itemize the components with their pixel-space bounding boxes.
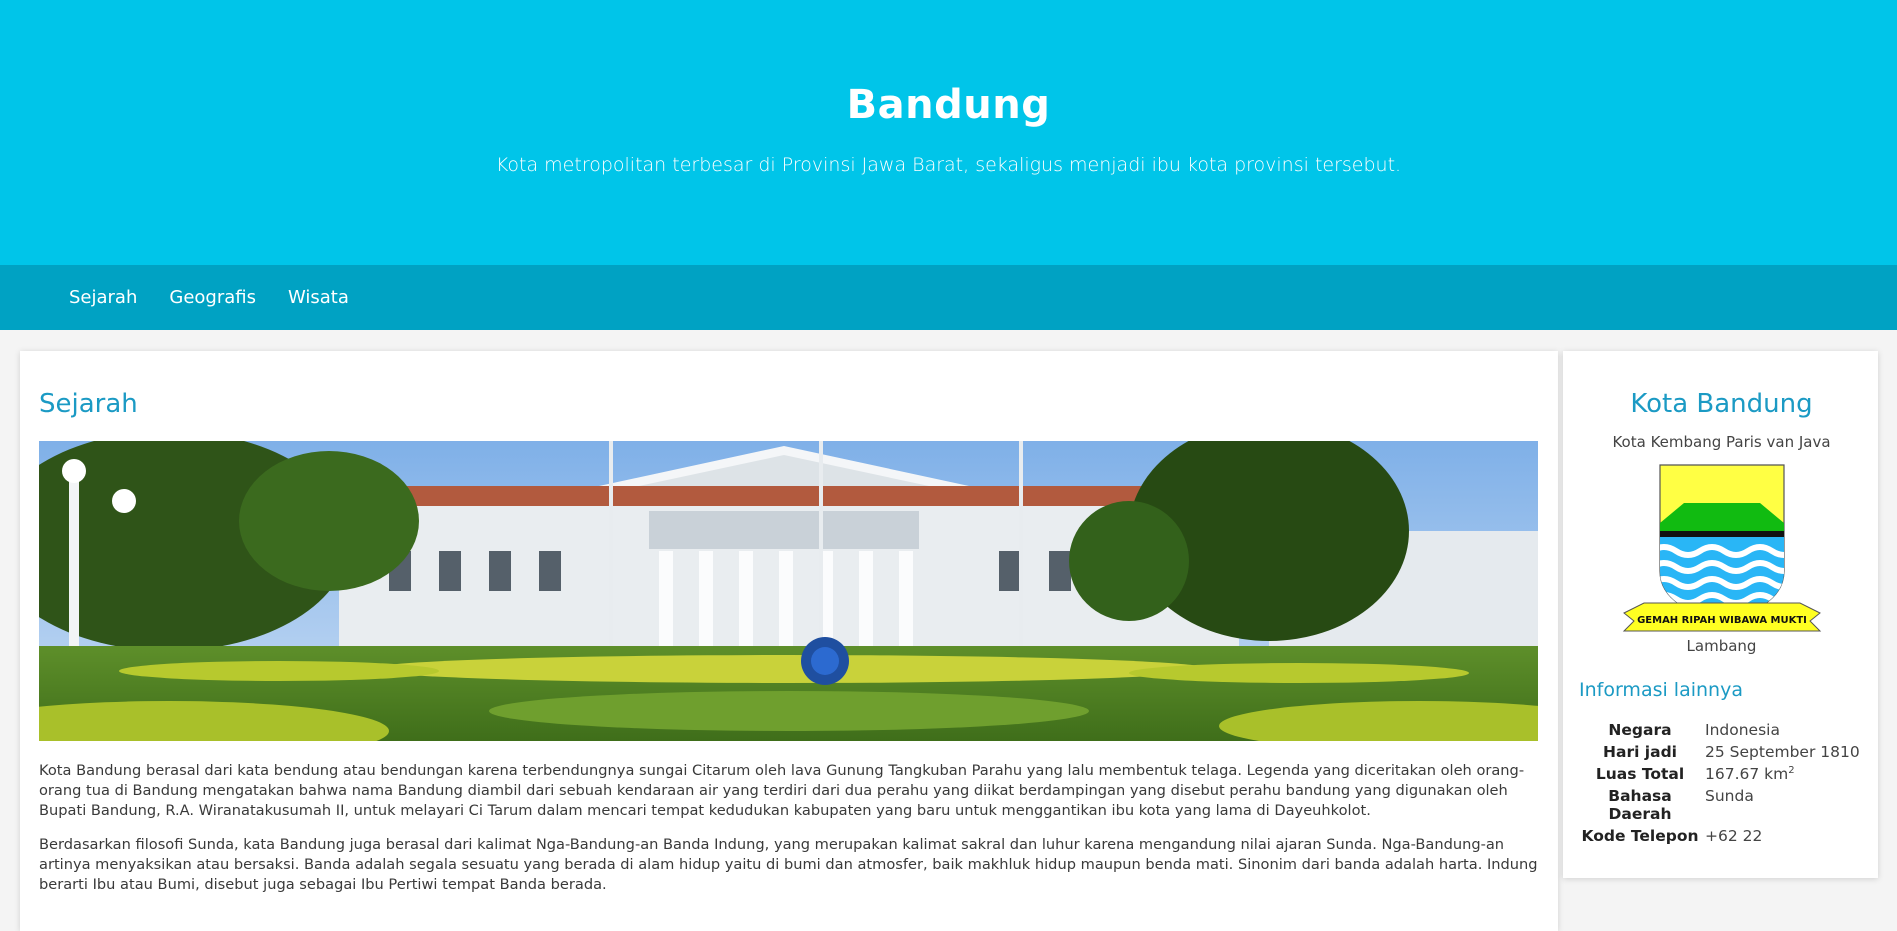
section-title: Sejarah bbox=[39, 389, 138, 419]
infobox-nickname: Kota Kembang Paris van Java bbox=[1612, 433, 1831, 451]
main-nav: Sejarah Geografis Wisata bbox=[0, 265, 1897, 330]
nav-item-geografis[interactable]: Geografis bbox=[169, 287, 256, 308]
svg-text:GEMAH RIPAH WIBAWA MUKTI: GEMAH RIPAH WIBAWA MUKTI bbox=[1637, 615, 1807, 626]
info-value: 25 September 1810 bbox=[1705, 743, 1860, 761]
city-emblem: GEMAH RIPAH WIBAWA MUKTI bbox=[1622, 464, 1821, 632]
info-key: Luas Total bbox=[1595, 765, 1685, 783]
info-value: Sunda bbox=[1705, 787, 1754, 806]
info-value-sup: 2 bbox=[1788, 765, 1795, 776]
info-row: Bahasa Daerah Sunda bbox=[1579, 785, 1864, 825]
info-table: Negara Indonesia Hari jadi 25 September … bbox=[1579, 719, 1864, 847]
info-row: Hari jadi 25 September 1810 bbox=[1579, 741, 1864, 763]
page-header: Bandung Kota metropolitan terbesar di Pr… bbox=[0, 0, 1897, 265]
info-value-wrap: 167.67 km2 bbox=[1705, 763, 1864, 785]
paragraph-2: Berdasarkan filosofi Sunda, kata Bandung… bbox=[39, 836, 1538, 893]
info-row: Luas Total 167.67 km2 bbox=[1579, 763, 1864, 785]
info-value: 167.67 km bbox=[1705, 765, 1789, 784]
paragraph-1: Kota Bandung berasal dari kata bendung a… bbox=[39, 762, 1525, 819]
emblem-caption: Lambang bbox=[1686, 637, 1757, 655]
info-title: Informasi lainnya bbox=[1579, 679, 1743, 701]
infobox-title: Kota Bandung bbox=[1630, 389, 1813, 419]
info-key: Negara bbox=[1608, 721, 1672, 739]
main-content: Sejarah Kota Bandung berasal dari kata b… bbox=[20, 351, 1558, 931]
infobox: Kota Bandung Kota Kembang Paris van Java… bbox=[1563, 351, 1878, 878]
info-value: +62 22 bbox=[1705, 827, 1763, 846]
gedung-sate-photo bbox=[39, 441, 1538, 741]
nav-item-sejarah[interactable]: Sejarah bbox=[69, 287, 137, 308]
info-key: Bahasa Daerah bbox=[1608, 787, 1672, 824]
nav-item-wisata[interactable]: Wisata bbox=[288, 287, 349, 308]
info-key: Kode Telepon bbox=[1581, 827, 1699, 846]
page-subtitle: Kota metropolitan terbesar di Provinsi J… bbox=[495, 154, 1402, 176]
page-title: Bandung bbox=[846, 82, 1051, 128]
info-key: Hari jadi bbox=[1603, 743, 1677, 761]
info-row: Kode Telepon +62 22 bbox=[1579, 825, 1864, 847]
info-row: Negara Indonesia bbox=[1579, 719, 1864, 741]
info-value: Indonesia bbox=[1705, 721, 1780, 739]
